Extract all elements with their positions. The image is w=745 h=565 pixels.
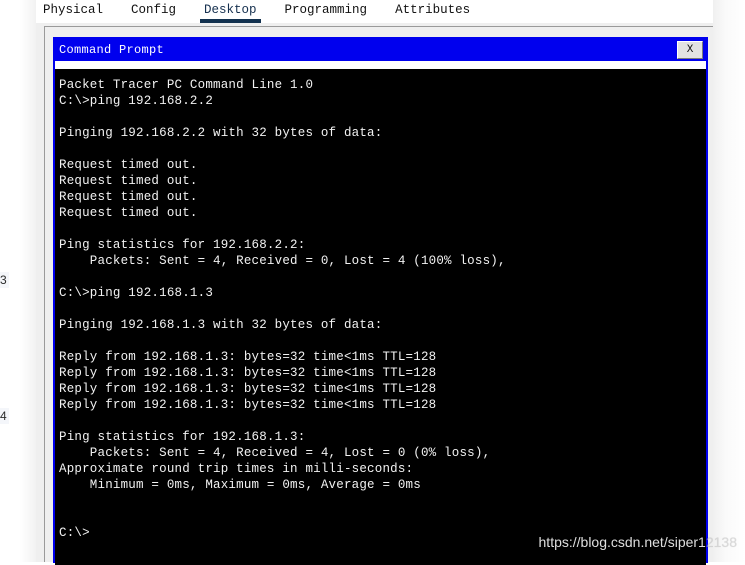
command-prompt-window: Command Prompt X Packet Tracer PC Comman… <box>53 37 708 565</box>
terminal-output: Packet Tracer PC Command Line 1.0 C:\>pi… <box>59 78 506 540</box>
tab-desktop[interactable]: Desktop <box>200 0 261 23</box>
desktop-panel: Command Prompt X Packet Tracer PC Comman… <box>44 26 713 565</box>
window-title: Command Prompt <box>59 43 165 57</box>
right-edge-gutter <box>713 0 745 562</box>
device-window: Physical Config Desktop Programming Attr… <box>36 0 713 565</box>
tab-strip: Physical Config Desktop Programming Attr… <box>36 0 713 23</box>
command-prompt-titlebar: Command Prompt X <box>55 39 706 61</box>
gutter-digit: 3 <box>0 272 9 288</box>
terminal-area[interactable]: Packet Tracer PC Command Line 1.0 C:\>pi… <box>55 69 706 565</box>
titlebar-gap <box>55 61 706 69</box>
tab-programming[interactable]: Programming <box>285 0 368 19</box>
tab-config[interactable]: Config <box>131 0 176 19</box>
tab-physical[interactable]: Physical <box>43 0 103 19</box>
close-button[interactable]: X <box>677 41 703 59</box>
left-edge-gutter: 3 4 <box>0 0 36 562</box>
tab-attributes[interactable]: Attributes <box>395 0 470 19</box>
gutter-digit: 4 <box>0 408 9 424</box>
